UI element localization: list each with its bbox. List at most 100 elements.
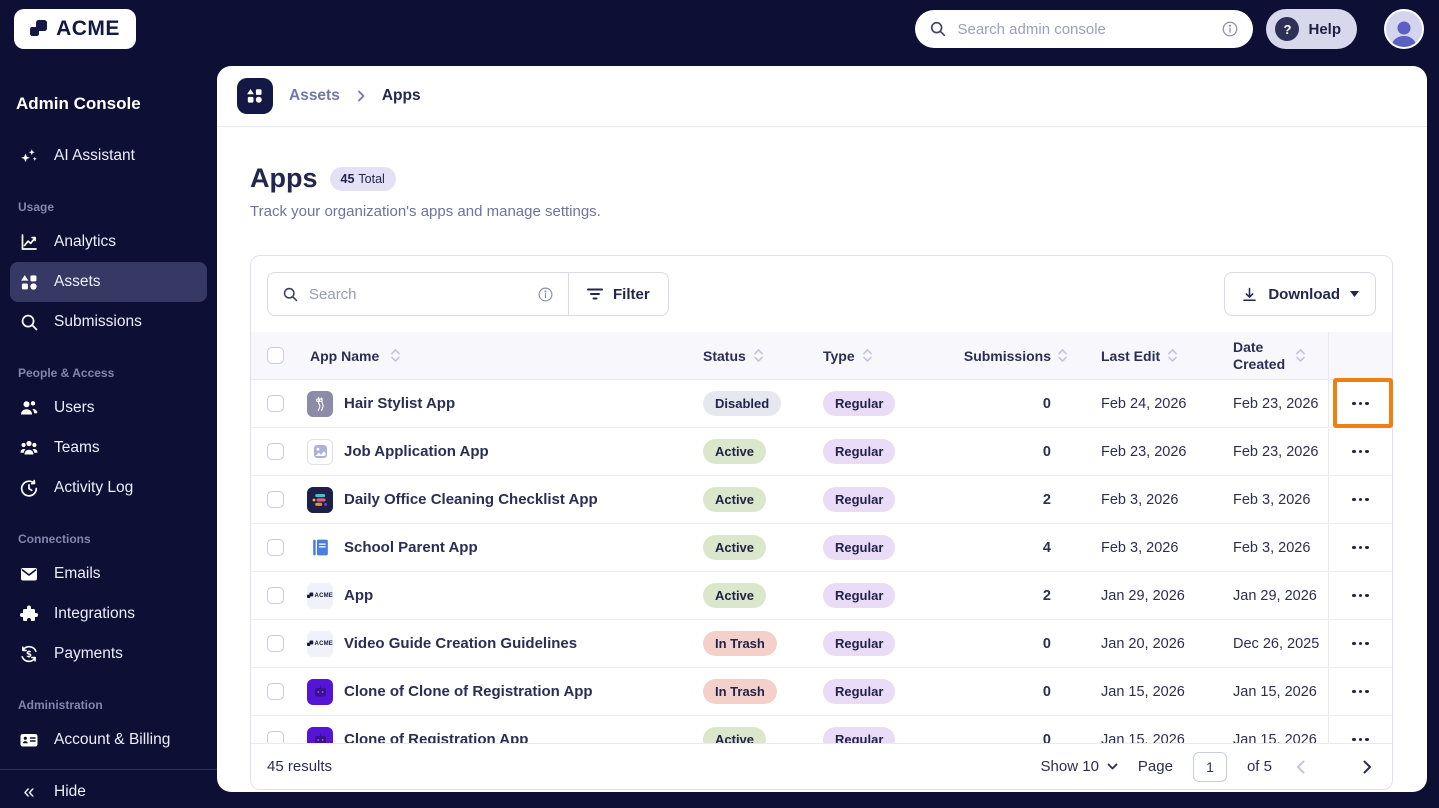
sidebar-hide-button[interactable]: « Hide — [10, 772, 207, 808]
table-row: Job Application App Active Regular 0 Feb… — [251, 428, 1392, 476]
column-header-last-edit[interactable]: Last Edit — [1101, 348, 1160, 364]
row-checkbox[interactable] — [267, 491, 284, 508]
column-header-type[interactable]: Type — [823, 348, 855, 364]
acme-logo[interactable]: ACME — [14, 9, 136, 49]
table-row: ACME Video Guide Creation Guidelines In … — [251, 620, 1392, 668]
sort-icon[interactable] — [1057, 348, 1068, 363]
row-checkbox[interactable] — [267, 683, 284, 700]
admin-search-input[interactable] — [957, 20, 1212, 38]
app-name-link[interactable]: School Parent App — [344, 539, 478, 556]
app-name-link[interactable]: Video Guide Creation Guidelines — [344, 635, 577, 652]
app-name-link[interactable]: Job Application App — [344, 443, 489, 460]
show-per-page-label: Show 10 — [1040, 758, 1099, 775]
row-checkbox[interactable] — [267, 731, 284, 743]
app-name-link[interactable]: Daily Office Cleaning Checklist App — [344, 491, 598, 508]
table-row: Hair Stylist App Disabled Regular 0 Feb … — [251, 380, 1392, 428]
row-actions-button[interactable] — [1344, 728, 1377, 743]
row-checkbox[interactable] — [267, 587, 284, 604]
sidebar-item-label: Emails — [54, 565, 101, 582]
last-edit-date: Jan 15, 2026 — [1101, 731, 1185, 744]
download-button[interactable]: Download — [1224, 272, 1376, 316]
page-label: Page — [1137, 758, 1173, 775]
filter-button-label: Filter — [613, 285, 650, 303]
row-checkbox[interactable] — [267, 539, 284, 556]
sidebar-item-integrations[interactable]: Integrations — [10, 594, 207, 634]
sidebar-item-account-billing[interactable]: Account & Billing — [10, 720, 207, 760]
collapse-sidebar-icon: « — [23, 781, 35, 803]
sort-icon[interactable] — [1167, 348, 1178, 363]
sidebar-item-activity-log[interactable]: Activity Log — [10, 468, 207, 508]
row-actions-button[interactable] — [1344, 440, 1377, 464]
submissions-count: 2 — [1042, 491, 1051, 508]
sort-icon[interactable] — [753, 348, 764, 363]
page-subtitle: Track your organization's apps and manag… — [250, 203, 601, 220]
column-header-date-created[interactable]: Date Created — [1233, 339, 1289, 371]
last-edit-date: Feb 3, 2026 — [1101, 491, 1179, 508]
sidebar-item-payments[interactable]: $ Payments — [10, 634, 207, 674]
row-actions-button[interactable] — [1344, 632, 1377, 656]
row-checkbox[interactable] — [267, 635, 284, 652]
row-actions-button[interactable] — [1344, 488, 1377, 512]
row-actions-button[interactable] — [1344, 392, 1377, 416]
search-icon — [929, 20, 947, 38]
table-search-input[interactable] — [309, 285, 527, 303]
sidebar-item-submissions[interactable]: Submissions — [10, 302, 207, 342]
app-icon-notebook — [307, 535, 333, 561]
page-number-input[interactable] — [1192, 751, 1227, 782]
sidebar-item-users[interactable]: Users — [10, 388, 207, 428]
select-all-checkbox[interactable] — [267, 347, 284, 364]
sidebar-item-assets[interactable]: Assets — [10, 262, 207, 302]
assets-icon-tile — [237, 78, 273, 114]
last-edit-date: Feb 3, 2026 — [1101, 539, 1179, 556]
show-per-page-select[interactable]: Show 10 — [1041, 758, 1118, 775]
teams-icon — [18, 438, 40, 458]
download-icon — [1241, 286, 1258, 303]
app-name-link[interactable]: Hair Stylist App — [344, 395, 455, 412]
table-row: Clone of Clone of Registration App In Tr… — [251, 668, 1392, 716]
submissions-count: 4 — [1042, 539, 1051, 556]
next-page-button[interactable] — [1359, 756, 1376, 778]
last-edit-date: Jan 20, 2026 — [1101, 635, 1185, 652]
table-search-bar[interactable] — [267, 272, 569, 316]
sidebar-item-label: Submissions — [54, 313, 142, 330]
admin-search-bar[interactable] — [915, 10, 1254, 48]
submissions-count: 0 — [1042, 683, 1051, 700]
breadcrumb-assets-link[interactable]: Assets — [289, 87, 340, 105]
column-header-submissions[interactable]: Submissions — [964, 348, 1051, 364]
analytics-icon — [18, 232, 40, 252]
app-name-link[interactable]: App — [344, 587, 373, 604]
sidebar-item-label: Activity Log — [54, 479, 134, 496]
previous-page-button[interactable] — [1292, 756, 1309, 778]
app-name-link[interactable]: Clone of Registration App — [344, 731, 528, 743]
sidebar-item-label: Analytics — [54, 233, 117, 250]
integrations-icon — [18, 604, 40, 624]
row-checkbox[interactable] — [267, 443, 284, 460]
filter-button[interactable]: Filter — [568, 272, 669, 316]
acme-logo-icon — [30, 20, 50, 38]
column-header-status[interactable]: Status — [703, 348, 746, 364]
row-actions-button[interactable] — [1344, 584, 1377, 608]
row-actions-button[interactable] — [1344, 536, 1377, 560]
sidebar-item-label: Hide — [54, 783, 86, 800]
app-name-link[interactable]: Clone of Clone of Registration App — [344, 683, 593, 700]
sidebar-item-teams[interactable]: Teams — [10, 428, 207, 468]
sidebar-item-emails[interactable]: Emails — [10, 554, 207, 594]
type-badge: Regular — [823, 487, 896, 512]
search-icon — [18, 313, 40, 332]
row-actions-button[interactable] — [1344, 680, 1377, 704]
users-icon — [18, 398, 40, 418]
table-row: ACME App Active Regular 2 Jan 29, 2026 J… — [251, 572, 1392, 620]
sort-icon[interactable] — [1295, 348, 1306, 363]
row-checkbox[interactable] — [267, 395, 284, 412]
sort-icon[interactable] — [862, 348, 873, 363]
email-icon — [18, 564, 40, 584]
sort-icon[interactable] — [390, 348, 401, 363]
last-edit-date: Jan 15, 2026 — [1101, 683, 1185, 700]
sidebar-item-ai-assistant[interactable]: AI Assistant — [10, 136, 207, 176]
date-created: Jan 29, 2026 — [1233, 587, 1317, 604]
help-button[interactable]: ? Help — [1266, 9, 1357, 49]
column-header-app-name[interactable]: App Name — [310, 348, 379, 364]
sidebar-item-label: Payments — [54, 645, 123, 662]
user-avatar[interactable] — [1384, 9, 1424, 49]
sidebar-item-analytics[interactable]: Analytics — [10, 222, 207, 262]
